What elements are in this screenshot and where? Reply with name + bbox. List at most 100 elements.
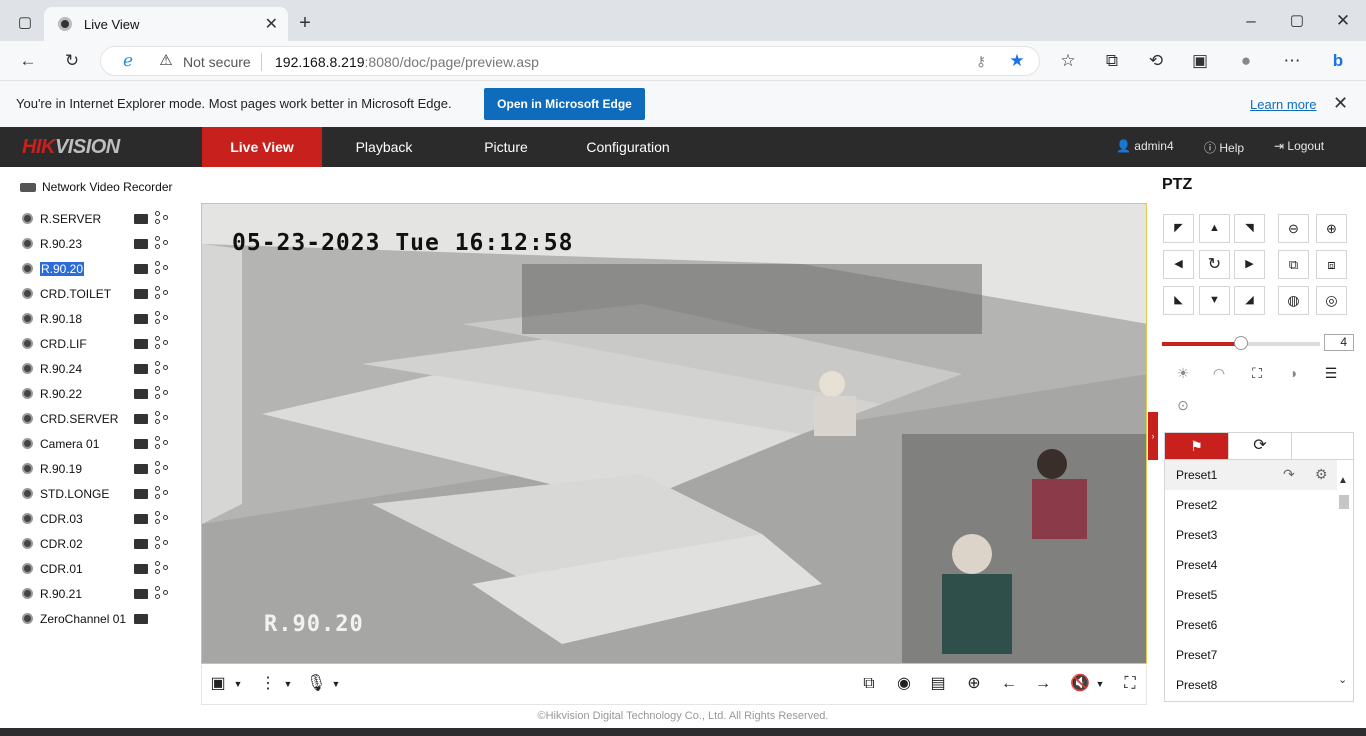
auxiliary-focus-icon[interactable]: ⛶ [1244,363,1270,383]
auto-pan-button[interactable]: ↻ [1199,250,1230,279]
collections-icon[interactable]: ⧉ [1101,50,1123,72]
extension-icon[interactable]: ⟲ [1145,50,1167,72]
camera-item[interactable]: R.90.24 [22,360,182,380]
screenshot-icon[interactable]: ▣ [1189,50,1211,72]
record-icon[interactable]: ▤ [928,674,948,694]
new-tab-icon[interactable]: + [294,12,316,34]
set-preset-gear-icon[interactable]: ⚙ [1315,466,1328,483]
bing-icon[interactable]: b [1327,50,1349,72]
close-tab-icon[interactable]: ✕ [265,14,278,34]
stream-select-icon[interactable] [155,586,171,601]
stream-select-icon[interactable] [155,486,171,501]
collapse-ptz-tab[interactable]: › [1148,412,1158,460]
preset-item[interactable]: Preset1 ↷ ⚙ [1165,460,1337,490]
preset-item[interactable]: Preset6 [1165,610,1337,640]
stream-select-icon[interactable] [155,511,171,526]
audio-mute-icon[interactable]: 🔇 [1070,674,1090,694]
tree-root[interactable]: Network Video Recorder [20,180,173,194]
browser-tab[interactable]: Live View ✕ [44,7,288,41]
stream-select-icon[interactable] [155,211,171,226]
start-live-view-icon[interactable] [134,364,148,374]
key-icon[interactable]: ⚷ [970,50,992,72]
audio-dropdown-icon[interactable]: ▼ [1090,674,1110,694]
start-live-view-icon[interactable] [134,589,148,599]
preset-tab-flag-icon[interactable]: ⚑ [1165,433,1228,459]
not-secure-label[interactable]: Not secure [183,54,251,70]
preset-item[interactable]: Preset2 [1165,490,1337,520]
preset-item[interactable]: Preset4 [1165,550,1337,580]
stream-select-icon[interactable] [155,261,171,276]
learn-more-link[interactable]: Learn more [1250,97,1316,112]
more-menu-icon[interactable]: ⋯ [1281,50,1303,72]
stream-select-icon[interactable] [155,561,171,576]
preset-item[interactable]: Preset3 [1165,520,1337,550]
start-live-view-icon[interactable] [134,414,148,424]
logout-link[interactable]: ⇥ Logout [1274,139,1324,153]
stream-dropdown-icon[interactable]: ▼ [278,674,298,694]
manual-tracking-icon[interactable]: ⊙ [1170,395,1196,415]
stream-select-icon[interactable] [155,386,171,401]
wiper-icon[interactable]: ◠ [1206,363,1232,383]
camera-item[interactable]: R.90.21 [22,585,182,605]
previous-page-icon[interactable]: ← [999,674,1019,694]
stream-select-icon[interactable] [155,461,171,476]
start-live-view-icon[interactable] [134,289,148,299]
url-text[interactable]: 192.168.8.219:8080/doc/page/preview.asp [275,54,539,70]
stream-type-icon[interactable]: ⋮ [258,674,278,694]
stream-select-icon[interactable] [155,361,171,376]
layout-dropdown-icon[interactable]: ▼ [228,674,248,694]
pattern-tab[interactable] [1291,433,1354,459]
digital-zoom-icon[interactable]: ⊕ [964,674,984,694]
start-live-view-icon[interactable] [134,564,148,574]
start-live-view-icon[interactable] [134,314,148,324]
camera-item[interactable]: CDR.03 [22,510,182,530]
pan-down-button[interactable]: ▼ [1199,286,1230,315]
favorites-icon[interactable]: ☆ [1057,50,1079,72]
start-live-view-icon[interactable] [134,539,148,549]
zoom-in-icon[interactable]: ⊕ [1316,214,1347,243]
live-video-view[interactable]: 05-23-2023 Tue 16:12:58 R.90.20 [201,203,1147,664]
camera-item[interactable]: ZeroChannel 01 [22,610,182,630]
focus-near-icon[interactable]: ⧉ [1278,250,1309,279]
camera-item[interactable]: CDR.01 [22,560,182,580]
stream-select-icon[interactable] [155,536,171,551]
tab-picture[interactable]: Picture [446,127,566,167]
start-live-view-icon[interactable] [134,514,148,524]
preset-scrollbar[interactable]: ▲ ⌄ [1336,475,1352,700]
start-live-view-icon[interactable] [134,439,148,449]
microphone-dropdown-icon[interactable]: ▼ [326,674,346,694]
fullscreen-icon[interactable]: ⛶ [1120,674,1140,694]
user-menu[interactable]: 👤 admin4 [1116,139,1174,153]
camera-item[interactable]: Camera 01 [22,435,182,455]
scroll-up-icon[interactable]: ▲ [1338,475,1348,486]
camera-item[interactable]: R.90.19 [22,460,182,480]
lens-init-icon[interactable]: ◑ [1280,363,1306,383]
camera-item[interactable]: CDR.02 [22,535,182,555]
pan-right-button[interactable]: ▶ [1234,250,1265,279]
camera-item[interactable]: R.SERVER [22,210,182,230]
refresh-icon[interactable]: ↻ [61,50,83,72]
tab-configuration[interactable]: Configuration [568,127,688,167]
stream-select-icon[interactable] [155,336,171,351]
iris-close-icon[interactable]: ◎ [1316,286,1347,315]
menu-icon[interactable]: ☰ [1318,363,1344,383]
start-live-view-icon[interactable] [134,489,148,499]
profile-avatar[interactable]: ● [1235,50,1257,72]
camera-item[interactable]: R.90.23 [22,235,182,255]
start-live-view-icon[interactable] [134,214,148,224]
start-live-view-icon[interactable] [134,264,148,274]
microphone-icon[interactable]: 🎙 [306,674,326,694]
minimize-icon[interactable]: – [1240,10,1262,32]
ie-mode-icon[interactable]: ℯ [117,50,139,72]
tab-actions-icon[interactable]: ▢ [14,12,36,34]
start-live-view-icon[interactable] [134,464,148,474]
pan-up-button[interactable]: ▲ [1199,214,1230,243]
stream-select-icon[interactable] [155,436,171,451]
stream-select-icon[interactable] [155,286,171,301]
start-live-view-icon[interactable] [134,389,148,399]
next-page-icon[interactable]: → [1033,674,1053,694]
camera-item[interactable]: CRD.TOILET [22,285,182,305]
tab-live-view[interactable]: Live View [202,127,322,167]
stop-all-icon[interactable]: ⧉ [859,674,879,694]
tab-playback[interactable]: Playback [324,127,444,167]
